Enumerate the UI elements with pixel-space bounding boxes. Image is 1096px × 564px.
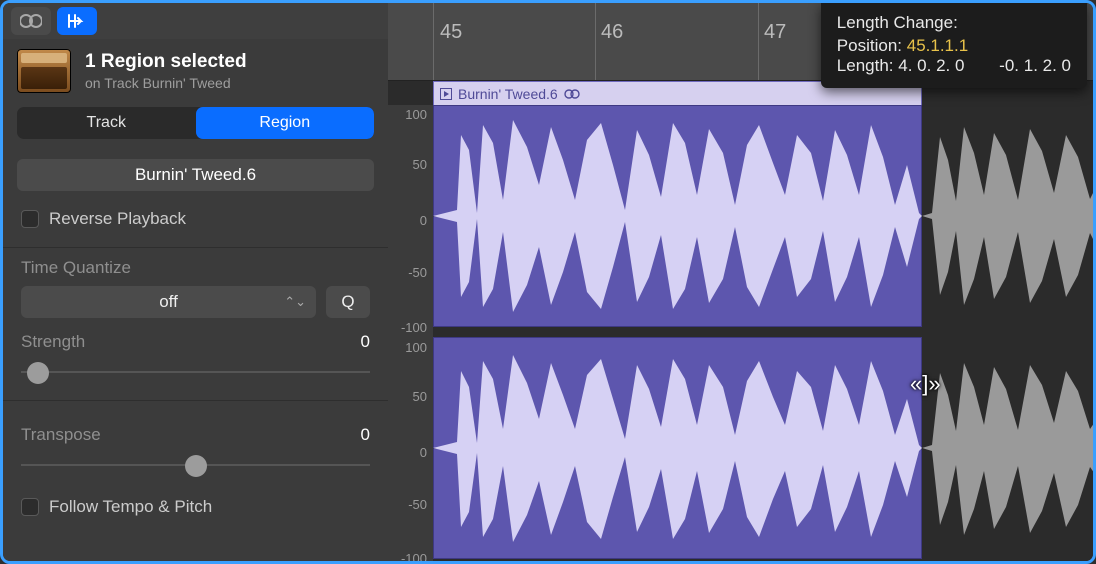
waveform-channel-2[interactable]	[433, 337, 1093, 559]
length-change-tooltip: Length Change: Position: 45.1.1.1 Length…	[821, 3, 1087, 88]
ruler-tick: 47	[764, 21, 786, 44]
y-tick: 0	[420, 445, 427, 460]
y-tick: 0	[420, 213, 427, 228]
track-amp-icon	[17, 49, 71, 93]
y-tick: -50	[408, 497, 427, 512]
catch-icon	[66, 13, 88, 29]
reverse-playback-checkbox[interactable]	[21, 210, 39, 228]
audio-editor: 45 46 47 Burnin' Tweed.6 100 50 0 -	[388, 3, 1093, 561]
time-quantize-select[interactable]: off ⌃⌄	[21, 286, 316, 318]
region-count-title: 1 Region selected	[85, 51, 247, 73]
strength-slider[interactable]	[21, 358, 370, 386]
transpose-slider[interactable]	[21, 451, 370, 479]
region-track-subtitle: on Track Burnin' Tweed	[85, 75, 247, 91]
waveform-selected	[433, 105, 922, 327]
catch-playhead-button[interactable]	[57, 7, 97, 35]
tooltip-position-value: 45.1.1.1	[907, 36, 968, 55]
divider	[3, 247, 388, 248]
slider-thumb[interactable]	[27, 362, 49, 384]
waveform-channel-1[interactable]	[433, 105, 1093, 327]
stereo-icon	[564, 88, 580, 100]
y-tick: 100	[405, 340, 427, 355]
divider	[3, 400, 388, 401]
y-tick: -100	[401, 320, 427, 335]
tooltip-length-label: Length:	[837, 56, 894, 75]
time-quantize-value: off	[159, 292, 178, 312]
follow-tempo-checkbox[interactable]	[21, 498, 39, 516]
ruler-tick: 46	[601, 21, 623, 44]
y-tick: -100	[401, 551, 427, 564]
loop-icon	[20, 14, 42, 28]
follow-tempo-row[interactable]: Follow Tempo & Pitch	[3, 493, 388, 521]
y-tick: 50	[413, 157, 427, 172]
region-header: 1 Region selected on Track Burnin' Tweed	[3, 39, 388, 107]
toolbar	[3, 3, 388, 39]
time-quantize-label: Time Quantize	[3, 258, 388, 278]
reverse-playback-label: Reverse Playback	[49, 209, 186, 229]
chevron-updown-icon: ⌃⌄	[284, 294, 306, 310]
inspector-panel: 1 Region selected on Track Burnin' Tweed…	[3, 3, 388, 561]
waveform-remainder	[922, 105, 1096, 327]
tab-region[interactable]: Region	[196, 107, 375, 139]
transpose-value: 0	[361, 425, 370, 445]
ruler-tick: 45	[440, 21, 462, 44]
strength-value: 0	[361, 332, 370, 352]
y-tick: 100	[405, 107, 427, 122]
loop-mode-button[interactable]	[11, 7, 51, 35]
slider-thumb[interactable]	[185, 455, 207, 477]
strength-label: Strength	[21, 332, 85, 352]
tooltip-length-value: 4. 0. 2. 0	[898, 56, 964, 75]
tooltip-title: Length Change:	[837, 13, 1071, 33]
transpose-label: Transpose	[21, 425, 101, 445]
inspector-tabs: Track Region	[17, 107, 374, 139]
tooltip-delta-value: -0. 1. 2. 0	[999, 56, 1071, 76]
y-tick: 50	[413, 389, 427, 404]
y-tick: -50	[408, 265, 427, 280]
follow-tempo-label: Follow Tempo & Pitch	[49, 497, 212, 517]
waveform-area[interactable]: 100 50 0 -50 -100 100 50 0 -50 -100	[388, 105, 1093, 561]
play-region-icon[interactable]	[440, 88, 452, 100]
reverse-playback-row[interactable]: Reverse Playback	[3, 205, 388, 233]
waveform-selected	[433, 337, 922, 559]
tab-track[interactable]: Track	[17, 107, 196, 139]
region-name-field[interactable]: Burnin' Tweed.6	[17, 159, 374, 191]
region-title-text: Burnin' Tweed.6	[458, 86, 558, 102]
waveform-remainder	[922, 337, 1096, 559]
tooltip-position-label: Position:	[837, 36, 902, 55]
quantize-button[interactable]: Q	[326, 286, 370, 318]
amplitude-axis: 100 50 0 -50 -100 100 50 0 -50 -100	[388, 105, 433, 561]
